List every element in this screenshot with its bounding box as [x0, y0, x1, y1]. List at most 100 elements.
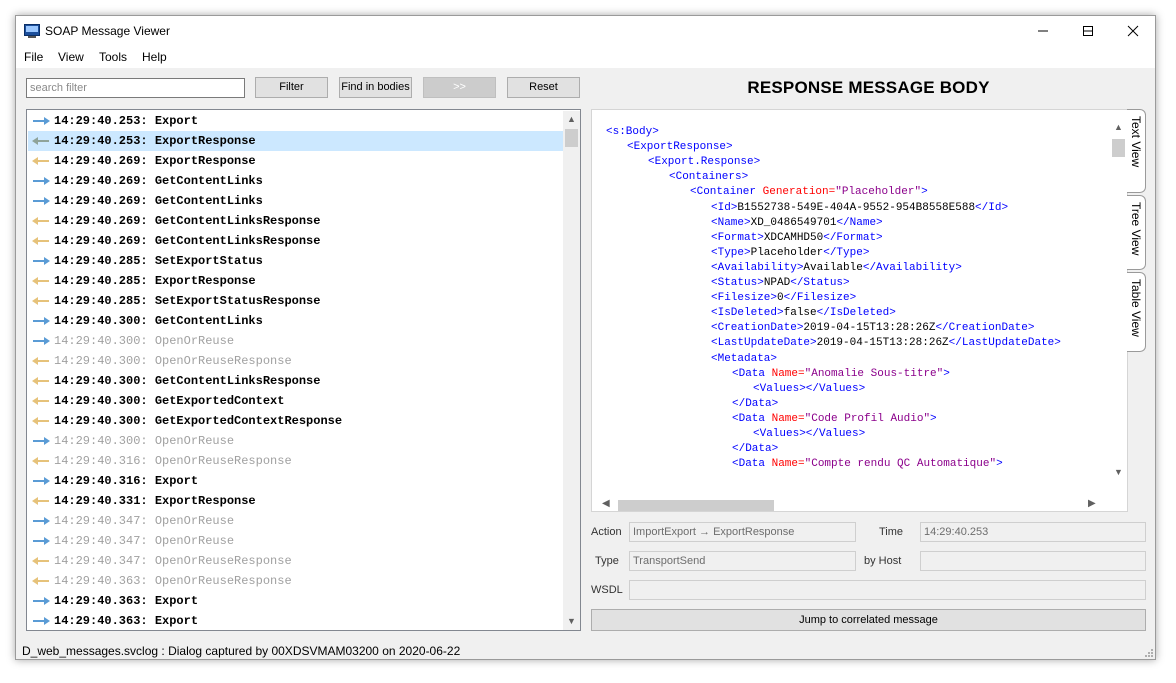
message-row-label: 14:29:40.253: Export	[54, 114, 199, 128]
message-list[interactable]: ▲ ▼ 14:29:40.253: Export 14:29:40.253: Ex…	[26, 109, 581, 631]
message-row[interactable]: 14:29:40.347: OpenOrReuseResponse	[28, 551, 563, 571]
message-row[interactable]: 14:29:40.253: Export	[28, 111, 563, 131]
close-button[interactable]	[1110, 16, 1156, 46]
message-row-label: 14:29:40.269: ExportResponse	[54, 154, 256, 168]
search-input[interactable]	[26, 78, 245, 98]
message-row[interactable]: 14:29:40.300: GetExportedContext	[28, 391, 563, 411]
xml-scroll-thumb[interactable]	[1112, 139, 1125, 157]
message-row[interactable]: 14:29:40.300: GetContentLinksResponse	[28, 371, 563, 391]
arrow-left-icon	[32, 557, 49, 565]
tab-text-view[interactable]: Text View	[1127, 109, 1146, 193]
scroll-left-icon[interactable]: ◀	[602, 498, 610, 509]
message-row[interactable]: 14:29:40.316: Export	[28, 471, 563, 491]
xml-line: </Data>	[732, 397, 779, 410]
wsdl-field	[629, 580, 1146, 600]
minimize-icon	[1038, 30, 1048, 32]
message-row[interactable]: 14:29:40.269: ExportResponse	[28, 151, 563, 171]
xml-line: <Export.Response>	[648, 156, 761, 169]
time-label: Time	[879, 526, 904, 538]
message-row[interactable]: 14:29:40.285: ExportResponse	[28, 271, 563, 291]
scroll-thumb[interactable]	[565, 129, 578, 147]
xml-line: <Availability>Available</Availability>	[711, 261, 962, 274]
message-row[interactable]: 14:29:40.300: OpenOrReuseResponse	[28, 351, 563, 371]
host-label: by Host	[864, 555, 902, 567]
xml-vscrollbar[interactable]: ▲ ▼	[1110, 111, 1127, 491]
arrow-left-icon	[32, 297, 49, 305]
type-field: TransportSend	[629, 551, 856, 571]
arrow-right-icon	[33, 257, 50, 265]
menu-help[interactable]: Help	[142, 50, 167, 64]
find-in-bodies-button[interactable]: Find in bodies	[339, 77, 412, 98]
arrow-right-icon	[33, 317, 50, 325]
message-row-label: 14:29:40.363: Export	[54, 614, 199, 628]
xml-line: <Status>NPAD</Status>	[711, 277, 850, 289]
scroll-down-icon[interactable]: ▼	[567, 616, 576, 626]
jump-correlated-button[interactable]: Jump to correlated message	[591, 609, 1146, 631]
tab-table-view[interactable]: Table View	[1127, 272, 1146, 352]
menu-view[interactable]: View	[58, 50, 84, 64]
message-row-label: 14:29:40.269: GetContentLinks	[54, 174, 263, 188]
host-field	[920, 551, 1146, 571]
window-title: SOAP Message Viewer	[45, 24, 170, 38]
app-icon	[24, 24, 40, 38]
xml-hscroll-thumb[interactable]	[618, 500, 774, 511]
scroll-right-icon[interactable]: ▶	[1088, 498, 1096, 509]
message-row-label: 14:29:40.269: GetContentLinksResponse	[54, 214, 321, 228]
message-row[interactable]: 14:29:40.300: GetExportedContextResponse	[28, 411, 563, 431]
next-match-button[interactable]: >>	[423, 77, 496, 98]
message-row[interactable]: 14:29:40.269: GetContentLinksResponse	[28, 211, 563, 231]
xml-line: <Data Name="Compte rendu QC Automatique"…	[732, 458, 1003, 471]
arrow-left-icon	[32, 217, 49, 225]
message-row-label: 14:29:40.363: OpenOrReuseResponse	[54, 574, 292, 588]
message-row-label: 14:29:40.285: SetExportStatus	[54, 254, 263, 268]
action-field: ImportExport → ExportResponse	[629, 522, 856, 542]
xml-hscrollbar[interactable]: ◀ ▶	[602, 498, 1102, 511]
message-row[interactable]: 14:29:40.253: ExportResponse	[28, 131, 563, 151]
xml-line: <Values></Values>	[753, 428, 866, 440]
message-row[interactable]: 14:29:40.316: OpenOrReuseResponse	[28, 451, 563, 471]
message-row[interactable]: 14:29:40.347: OpenOrReuse	[28, 511, 563, 531]
message-row-label: 14:29:40.300: OpenOrReuseResponse	[54, 354, 292, 368]
message-row[interactable]: 14:29:40.300: OpenOrReuse	[28, 431, 563, 451]
arrow-left-icon	[32, 137, 49, 145]
reset-button[interactable]: Reset	[507, 77, 580, 98]
message-row-label: 14:29:40.269: GetContentLinks	[54, 194, 263, 208]
message-row[interactable]: 14:29:40.363: Export	[28, 611, 563, 630]
message-row[interactable]: 14:29:40.363: OpenOrReuseResponse	[28, 571, 563, 591]
tab-tree-view[interactable]: Tree View	[1127, 195, 1146, 270]
xml-body-panel[interactable]: ▲ ▼ ◀ ▶ <s:Body> <ExportResponse> <Export.…	[591, 109, 1128, 512]
message-row[interactable]: 14:29:40.363: Export	[28, 591, 563, 611]
message-row-label: 14:29:40.300: OpenOrReuse	[54, 434, 235, 448]
scroll-up-icon[interactable]: ▲	[1114, 122, 1123, 132]
filter-button[interactable]: Filter	[255, 77, 328, 98]
message-row[interactable]: 14:29:40.269: GetContentLinks	[28, 191, 563, 211]
message-row-label: 14:29:40.347: OpenOrReuse	[54, 514, 235, 528]
message-row[interactable]: 14:29:40.331: ExportResponse	[28, 491, 563, 511]
scroll-up-icon[interactable]: ▲	[567, 114, 576, 124]
message-row[interactable]: 14:29:40.285: SetExportStatus	[28, 251, 563, 271]
message-row[interactable]: 14:29:40.269: GetContentLinks	[28, 171, 563, 191]
message-row[interactable]: 14:29:40.300: OpenOrReuse	[28, 331, 563, 351]
arrow-left-icon	[32, 397, 49, 405]
response-title: RESPONSE MESSAGE BODY	[747, 78, 990, 97]
xml-line: <Containers>	[669, 171, 749, 184]
message-row[interactable]: 14:29:40.285: SetExportStatusResponse	[28, 291, 563, 311]
message-row-label: 14:29:40.316: Export	[54, 474, 199, 488]
message-row[interactable]: 14:29:40.347: OpenOrReuse	[28, 531, 563, 551]
xml-line: <Name>XD_0486549701</Name>	[711, 216, 883, 229]
maximize-button[interactable]	[1065, 16, 1111, 46]
menu-tools[interactable]: Tools	[99, 50, 127, 64]
menu-file[interactable]: File	[24, 50, 43, 64]
message-row-label: 14:29:40.347: OpenOrReuseResponse	[54, 554, 292, 568]
message-list-scrollbar[interactable]: ▲ ▼	[563, 111, 580, 630]
message-row[interactable]: 14:29:40.300: GetContentLinks	[28, 311, 563, 331]
status-bar-text: D_web_messages.svclog : Dialog captured …	[22, 644, 461, 658]
message-row-label: 14:29:40.316: OpenOrReuseResponse	[54, 454, 292, 468]
arrow-right-icon	[33, 437, 50, 445]
scroll-down-icon[interactable]: ▼	[1114, 467, 1123, 477]
wsdl-label: WSDL	[591, 584, 623, 596]
message-row[interactable]: 14:29:40.269: GetContentLinksResponse	[28, 231, 563, 251]
title-bar[interactable]: SOAP Message Viewer	[16, 16, 1155, 46]
minimize-button-real[interactable]	[1020, 16, 1066, 46]
resize-grip-icon[interactable]	[1144, 648, 1154, 658]
